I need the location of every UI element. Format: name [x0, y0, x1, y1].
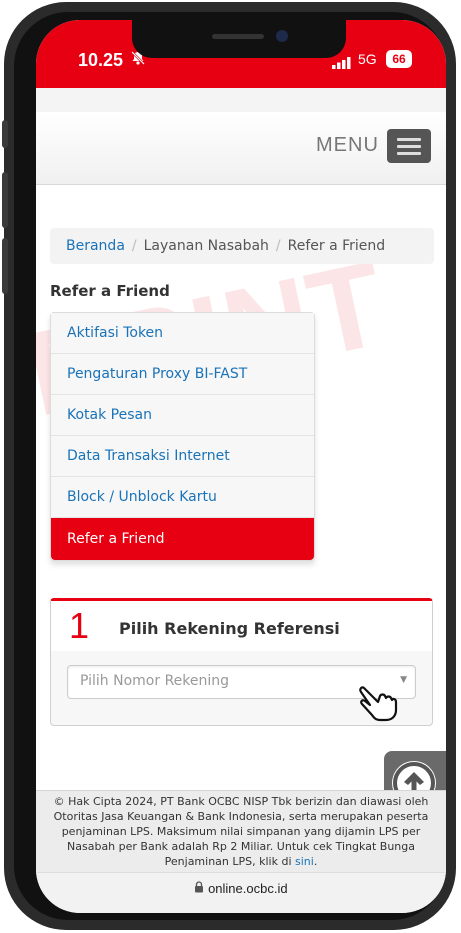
side-menu-item-kotak-pesan[interactable]: Kotak Pesan	[51, 395, 314, 436]
side-menu-item-data-transaksi[interactable]: Data Transaksi Internet	[51, 436, 314, 477]
status-time: 10.25	[78, 50, 124, 70]
step-card-header: 1 Pilih Rekening Referensi	[51, 601, 432, 651]
side-menu-item-block-kartu[interactable]: Block / Unblock Kartu	[51, 477, 314, 518]
screen: 10.25 5G 66 MENU PRINT Beranda/Layanan N…	[36, 20, 446, 913]
side-menu-item-refer-a-friend[interactable]: Refer a Friend	[51, 518, 314, 560]
hamburger-menu-button[interactable]	[387, 129, 431, 163]
browser-address-bar[interactable]: online.ocbc.id	[36, 872, 446, 913]
footer-end: .	[313, 855, 318, 868]
footer: © Hak Cipta 2024, PT Bank OCBC NISP Tbk …	[36, 790, 446, 872]
breadcrumb-section: Layanan Nasabah	[143, 238, 269, 254]
breadcrumb-separator: /	[275, 238, 281, 254]
step-number: 1	[69, 605, 90, 646]
hand-pointer-icon	[358, 680, 402, 728]
signal-icon	[332, 54, 352, 73]
phone-side-button	[2, 120, 8, 148]
front-camera	[276, 30, 288, 42]
status-bar: 10.25 5G 66	[36, 20, 446, 88]
footer-lps-link[interactable]: sini	[295, 855, 314, 868]
breadcrumb-current: Refer a Friend	[287, 238, 386, 254]
footer-text: © Hak Cipta 2024, PT Bank OCBC NISP Tbk …	[53, 795, 429, 868]
lock-icon	[194, 881, 208, 896]
page-title: Refer a Friend	[50, 282, 170, 300]
hamburger-icon	[397, 138, 421, 141]
account-select-placeholder: Pilih Nomor Rekening	[80, 673, 230, 689]
top-strip	[36, 88, 446, 113]
camera-notch	[132, 20, 346, 58]
side-menu-item-aktifasi-token[interactable]: Aktifasi Token	[51, 313, 314, 354]
network-type: 5G	[358, 51, 377, 67]
hamburger-icon-bar	[397, 152, 421, 155]
phone-volume-up-button	[2, 172, 8, 228]
side-menu: Aktifasi Token Pengaturan Proxy BI-FAST …	[50, 312, 315, 561]
step-title: Pilih Rekening Referensi	[119, 619, 340, 638]
browser-url: online.ocbc.id	[208, 881, 288, 896]
battery-icon: 66	[386, 50, 412, 68]
breadcrumb-separator: /	[131, 238, 137, 254]
speaker-grille	[212, 34, 264, 39]
breadcrumb: Beranda / Layanan Nasabah / Refer a Friend	[50, 228, 434, 264]
hamburger-icon-bar	[397, 145, 421, 148]
menu-label[interactable]: MENU	[316, 134, 379, 157]
navbar: MENU	[36, 112, 446, 185]
side-menu-item-proxy-bi-fast[interactable]: Pengaturan Proxy BI-FAST	[51, 354, 314, 395]
phone-volume-down-button	[2, 238, 8, 294]
breadcrumb-home-link[interactable]: Beranda	[66, 238, 125, 254]
